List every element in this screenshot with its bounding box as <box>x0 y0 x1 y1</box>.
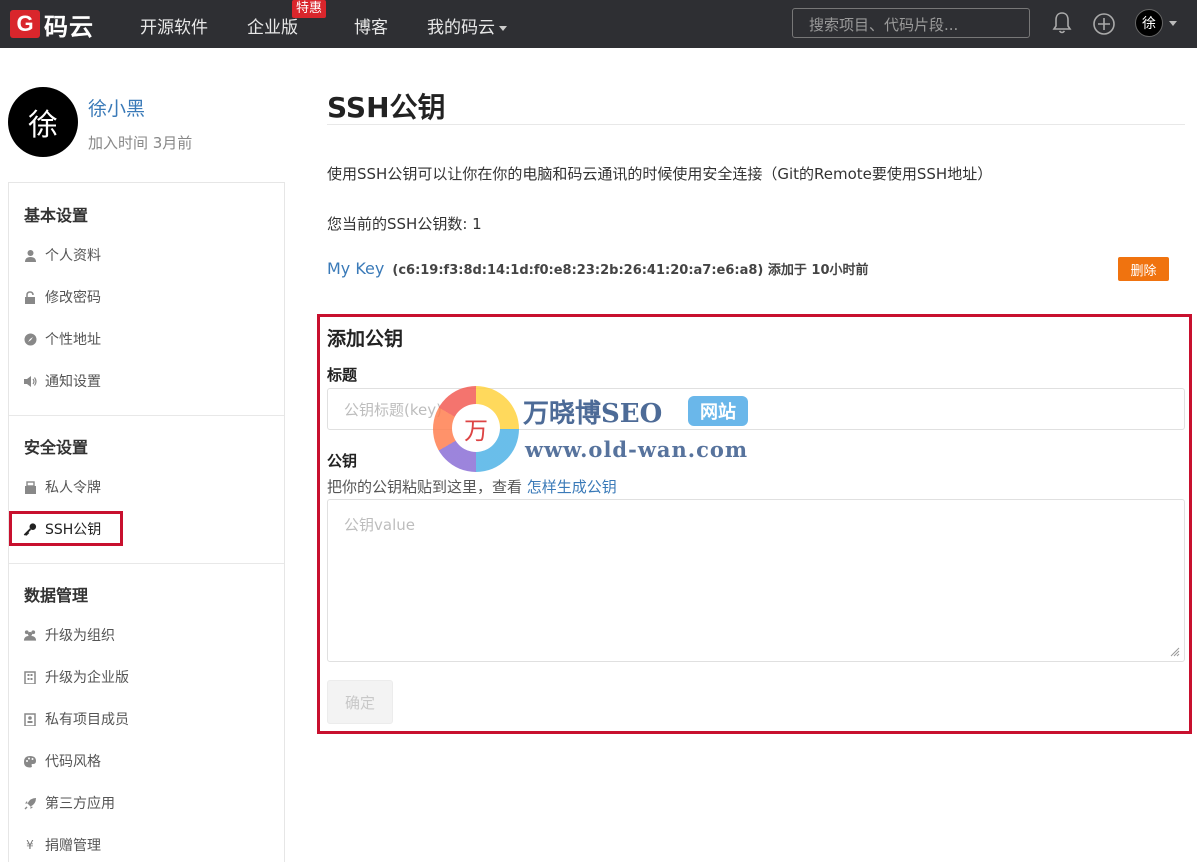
sidebar-item-label: SSH公钥 <box>45 522 102 538</box>
logo-text: 码云 <box>44 12 94 41</box>
key-value-placeholder: 公钥value <box>344 516 415 534</box>
ssh-key-fingerprint: (c6:19:f3:8d:14:1d:f0:e8:23:2b:26:41:20:… <box>392 263 869 278</box>
sidebar-divider <box>9 415 284 416</box>
sidebar-item-label: 第三方应用 <box>45 796 115 812</box>
user-icon <box>23 248 37 262</box>
nav-enterprise[interactable]: 企业版 <box>247 13 298 38</box>
sidebar-divider <box>9 563 284 564</box>
site-logo[interactable]: G 码云 <box>10 9 94 41</box>
yen-icon: ¥ <box>26 838 34 852</box>
ssh-key-name[interactable]: My Key <box>327 259 384 278</box>
token-icon <box>23 480 37 494</box>
key-title-label: 标题 <box>327 366 358 384</box>
profile-avatar[interactable]: 徐 <box>8 87 78 157</box>
resize-grip-icon[interactable] <box>1170 647 1180 657</box>
nav-my-gitee-label: 我的码云 <box>427 18 495 38</box>
key-icon <box>23 522 37 536</box>
group-icon <box>23 628 37 642</box>
delete-key-button[interactable]: 删除 <box>1118 257 1169 281</box>
sidebar-item-donation[interactable]: ¥ 捐赠管理 <box>23 834 101 856</box>
sidebar-item-label: 私有项目成员 <box>45 712 129 728</box>
sidebar-item-password[interactable]: 修改密码 <box>23 286 101 308</box>
rocket-icon <box>23 796 37 810</box>
compass-icon <box>23 332 37 346</box>
sidebar-item-code-style[interactable]: 代码风格 <box>23 750 101 772</box>
sidebar-group-data: 数据管理 <box>24 586 89 605</box>
key-value-label: 公钥 <box>327 452 358 470</box>
watermark-logo-glyph: 万 <box>452 404 500 452</box>
title-divider <box>327 124 1185 125</box>
speaker-icon <box>23 374 37 388</box>
sidebar-item-label: 代码风格 <box>45 754 101 770</box>
ssh-key-row: My Key (c6:19:f3:8d:14:1d:f0:e8:23:2b:26… <box>327 259 869 278</box>
bell-icon[interactable] <box>1052 11 1072 35</box>
sidebar-item-token[interactable]: 私人令牌 <box>23 476 101 498</box>
ssh-key-count: 您当前的SSH公钥数: 1 <box>327 215 482 233</box>
sidebar-item-notify[interactable]: 通知设置 <box>23 370 101 392</box>
how-to-generate-link[interactable]: 怎样生成公钥 <box>527 478 617 496</box>
sidebar-item-address[interactable]: 个性地址 <box>23 328 101 350</box>
sidebar-group-security: 安全设置 <box>24 438 89 457</box>
sidebar-item-label: 私人令牌 <box>45 480 101 496</box>
settings-sidebar: 基本设置 个人资料 修改密码 个性地址 通知设置 安全设置 私人令牌 SSH公钥… <box>8 182 285 862</box>
key-hint: 把你的公钥粘贴到这里，查看 怎样生成公钥 <box>327 476 617 497</box>
page-title: SSH公钥 <box>327 91 446 124</box>
sidebar-item-label: 捐赠管理 <box>45 838 101 854</box>
sidebar-item-upgrade-org[interactable]: 升级为组织 <box>23 624 115 646</box>
profile-joined: 加入时间 3月前 <box>88 134 193 152</box>
lock-icon <box>23 290 37 304</box>
chevron-down-icon[interactable] <box>1169 21 1177 26</box>
contact-card-icon <box>23 712 37 726</box>
profile-name[interactable]: 徐小黑 <box>88 94 145 121</box>
top-navbar: G 码云 开源软件 企业版 特惠 博客 我的码云 搜索项目、代码片段... 徐 <box>0 0 1197 48</box>
building-icon <box>23 670 37 684</box>
sidebar-item-ssh-key[interactable]: SSH公钥 <box>23 518 101 540</box>
key-hint-text: 把你的公钥粘贴到这里，查看 <box>327 478 527 496</box>
logo-mark: G <box>10 10 40 38</box>
sidebar-item-label: 个性地址 <box>45 332 101 348</box>
chevron-down-icon <box>499 25 507 31</box>
sidebar-item-profile[interactable]: 个人资料 <box>23 244 101 266</box>
ssh-description: 使用SSH公钥可以让你在你的电脑和码云通讯的时候使用安全连接（Git的Remot… <box>327 165 993 183</box>
palette-icon <box>23 754 37 768</box>
watermark-title: 万晓博SEO <box>523 399 663 429</box>
user-avatar[interactable]: 徐 <box>1135 9 1163 37</box>
sidebar-item-upgrade-enterprise[interactable]: 升级为企业版 <box>23 666 129 688</box>
sidebar-item-label: 升级为组织 <box>45 628 115 644</box>
search-input[interactable]: 搜索项目、代码片段... <box>792 8 1030 38</box>
sidebar-item-third-party[interactable]: 第三方应用 <box>23 792 115 814</box>
nav-my-gitee[interactable]: 我的码云 <box>427 13 507 38</box>
sidebar-group-basic: 基本设置 <box>24 206 89 225</box>
plus-circle-icon[interactable] <box>1092 12 1116 36</box>
watermark-tag: 网站 <box>688 396 748 426</box>
key-value-textarea[interactable]: 公钥value <box>327 499 1185 662</box>
add-key-title: 添加公钥 <box>327 328 404 350</box>
watermark-url: www.old-wan.com <box>525 437 749 462</box>
sidebar-item-label: 通知设置 <box>45 374 101 390</box>
sidebar-item-label: 修改密码 <box>45 290 101 306</box>
nav-open-source[interactable]: 开源软件 <box>140 13 208 38</box>
promo-badge: 特惠 <box>292 0 327 18</box>
sidebar-item-label: 个人资料 <box>45 248 101 264</box>
nav-blog[interactable]: 博客 <box>354 13 388 38</box>
submit-button[interactable]: 确定 <box>327 680 393 724</box>
sidebar-item-label: 升级为企业版 <box>45 670 129 686</box>
sidebar-item-private-members[interactable]: 私有项目成员 <box>23 708 129 730</box>
